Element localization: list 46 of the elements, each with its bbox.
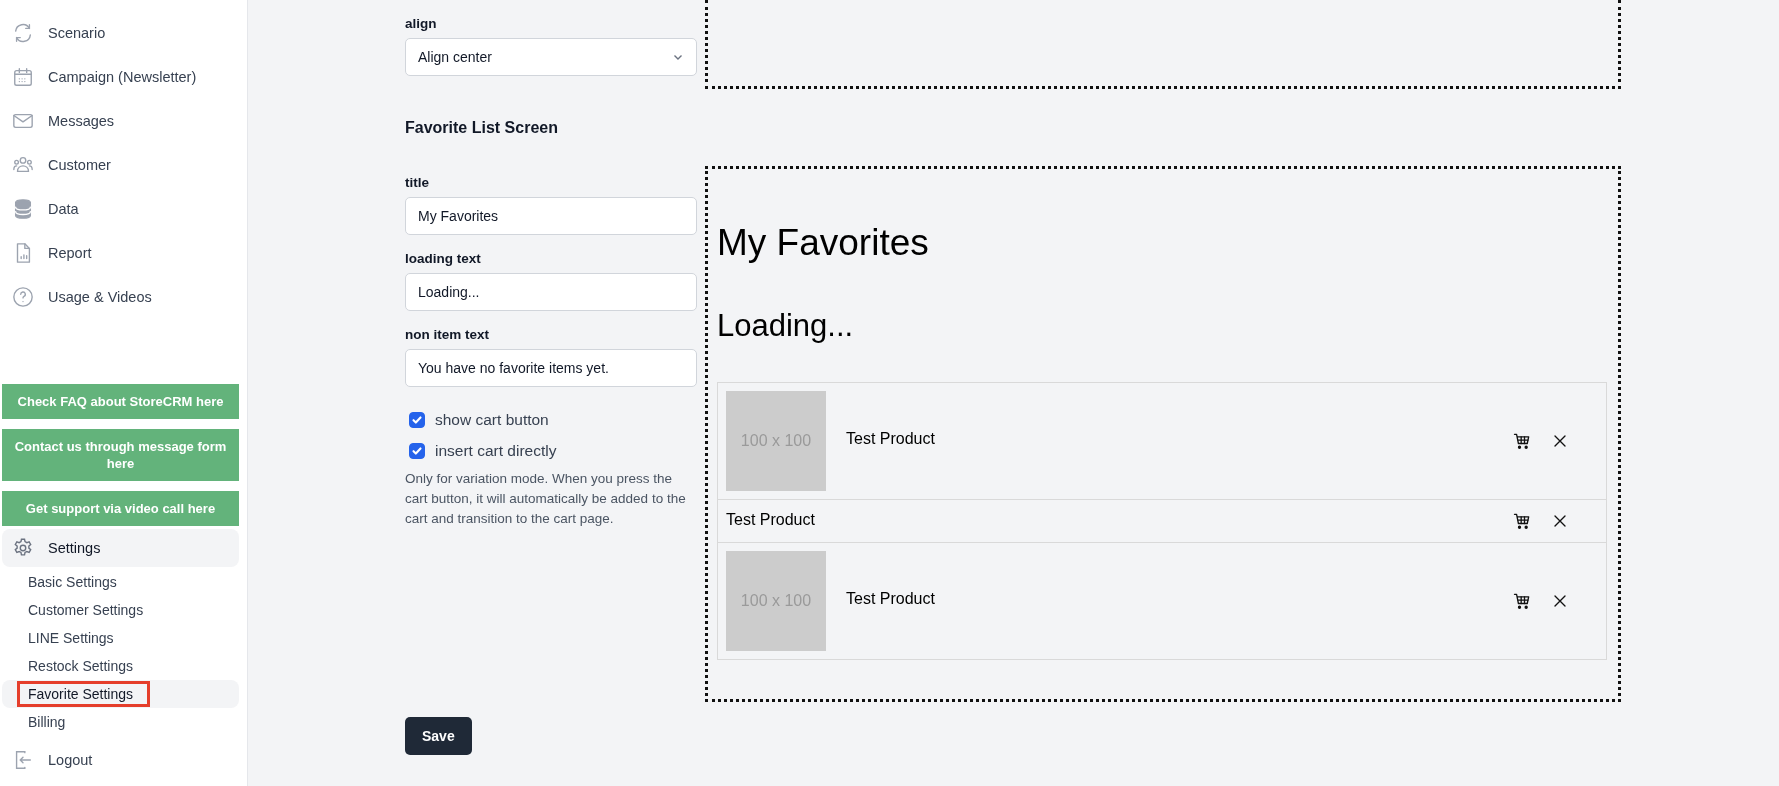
logout-item[interactable]: Logout [0,738,247,782]
preview-title: My Favorites [717,221,930,265]
field-label: non item text [405,327,490,342]
nav-item[interactable]: Campaign (Newsletter) [0,55,247,99]
settings-subitem[interactable]: Restock Settings [2,652,239,680]
cart-icon[interactable] [1512,511,1532,531]
align-select[interactable]: Align center [405,38,697,76]
settings-item[interactable]: Settings [2,529,239,567]
settings-subitem[interactable]: Customer Settings [2,596,239,624]
calendar-icon [12,66,34,88]
nav-item[interactable]: Messages [0,99,247,143]
nav-item[interactable]: Customer [0,143,247,187]
nav-item[interactable]: Usage & Videos [0,275,247,319]
text-input[interactable]: You have no favorite items yet. [405,349,697,387]
cart-icon[interactable] [1512,591,1532,611]
product-name: Test Product [846,590,936,608]
checkbox[interactable] [409,412,425,428]
checkmark-icon [410,444,424,458]
save-button[interactable]: Save [405,717,472,755]
sync-icon [12,22,34,44]
settings-subitem[interactable]: LINE Settings [2,624,239,652]
product-name: Test Product [726,511,816,529]
help-text: Only for variation mode. When you press the cart button, it will automatically be added to the cart and transition to the cart page. [405,470,687,528]
text-input[interactable]: My Favorites [405,197,697,235]
field-label: title [405,175,430,190]
nav-item[interactable]: Data [0,187,247,231]
nav-item[interactable]: Scenario [0,11,247,55]
cart-icon[interactable] [1512,431,1532,451]
field-label: loading text [405,251,482,266]
checkbox-option[interactable]: show cart button [405,406,697,434]
help-icon [12,286,34,308]
checkbox[interactable] [409,443,425,459]
preview-loading-text: Loading... [717,307,855,345]
field-label: align [405,16,438,31]
settings-subitem[interactable]: Favorite Settings [2,680,239,708]
product-name: Test Product [846,430,936,448]
database-icon [12,198,34,220]
gear-icon [12,537,34,559]
text-input[interactable]: Loading... [405,273,697,311]
checkmark-icon [410,413,424,427]
settings-subitem[interactable]: Basic Settings [2,568,239,596]
settings-subitem[interactable]: Billing [2,708,239,736]
checkbox-option[interactable]: insert cart directly [405,437,697,465]
section-heading: Favorite List Screen [405,119,559,137]
nav-item[interactable]: Report [0,231,247,275]
settings-label: Settings [48,540,101,556]
